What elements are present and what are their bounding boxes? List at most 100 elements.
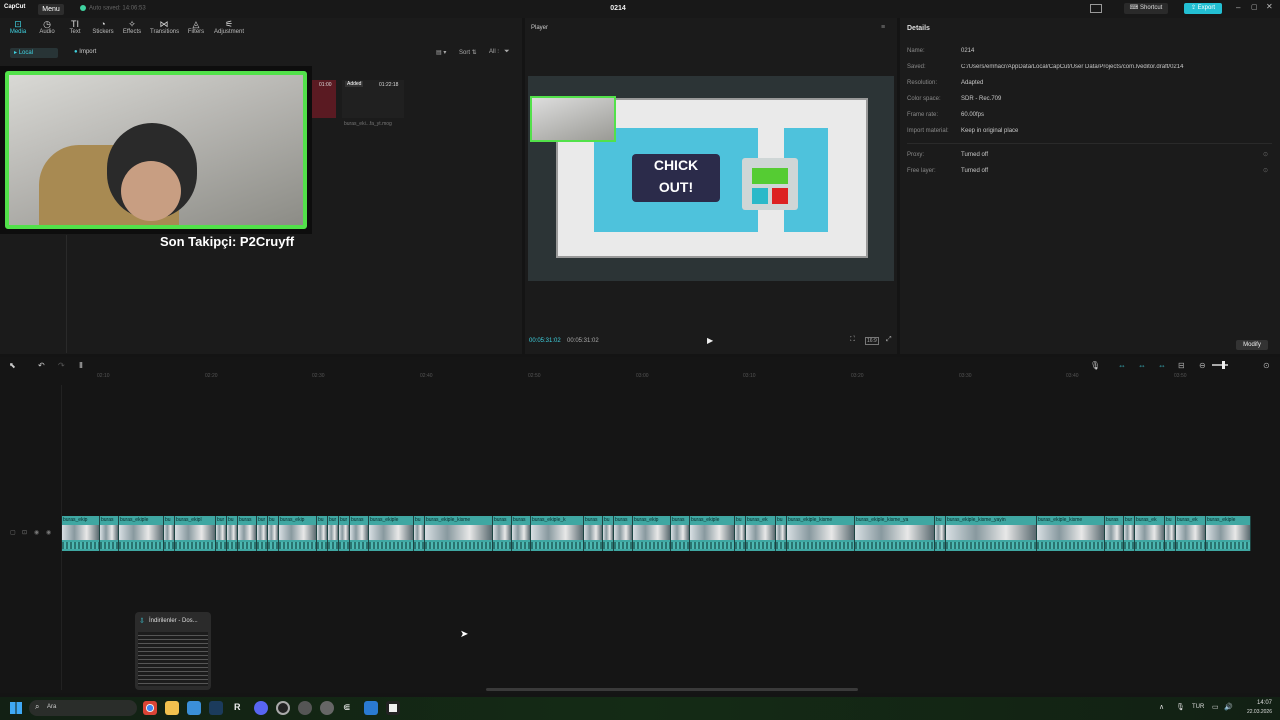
free-layer-info-icon[interactable]: ⊙ — [1263, 167, 1268, 174]
maximize-icon[interactable]: ▢ — [1251, 3, 1258, 11]
timeline-clip[interactable]: buras — [238, 516, 257, 551]
chrome-icon[interactable] — [143, 701, 157, 715]
minimize-icon[interactable]: – — [1236, 3, 1240, 12]
timeline-clip[interactable]: buras — [493, 516, 512, 551]
timeline-clip[interactable]: buras_ekiple_kisme — [1037, 516, 1105, 551]
settings-icon[interactable] — [298, 701, 312, 715]
timeline-clip[interactable]: buras_ekiple_kisme — [787, 516, 855, 551]
undo-icon[interactable]: ↶ — [38, 361, 45, 370]
fit-timeline-icon[interactable]: ⊙ — [1263, 361, 1270, 370]
timeline-clip[interactable]: buras_ek — [746, 516, 776, 551]
timeline-clip[interactable]: bu — [735, 516, 746, 551]
timeline-clip[interactable]: buras_ekiple_kisme_ya — [855, 516, 935, 551]
taskbar-preview[interactable]: ⇩ İndirilenler - Dos... — [135, 612, 211, 690]
timeline-clip[interactable]: buras_ekiple_kisme_yayin — [946, 516, 1037, 551]
tab-audio[interactable]: ◷ Audio — [33, 19, 61, 39]
sort-button[interactable]: Sort ⇅ — [459, 49, 477, 56]
view-toggle-icon[interactable]: ▤ ▾ — [436, 49, 446, 56]
vscode-icon[interactable] — [364, 701, 378, 715]
clock-date[interactable]: 22.03.2026 — [1236, 709, 1272, 715]
timeline-clip[interactable]: buras_ekiple_k — [531, 516, 584, 551]
tab-media[interactable]: ⊡ Media — [4, 19, 32, 39]
ratio-button[interactable]: 16:9 — [865, 337, 879, 345]
play-button[interactable]: ▶ — [707, 336, 713, 345]
capcut-taskbar-icon[interactable]: ⋐ — [343, 702, 351, 713]
shortcut-button[interactable]: ⌨ Shortcut — [1124, 3, 1168, 14]
gear-icon[interactable] — [320, 701, 334, 715]
magnet-icon[interactable]: ⇔ — [1138, 361, 1146, 370]
timeline-clip[interactable]: bu — [317, 516, 328, 551]
funnel-icon[interactable]: ⏷ — [504, 48, 510, 56]
capcut-active-icon[interactable] — [386, 701, 400, 715]
tab-adjustment[interactable]: ⚟ Adjustment — [212, 19, 246, 39]
fit-screen-icon[interactable]: ⛶ — [850, 336, 855, 344]
zoom-out-icon[interactable]: ⊖ — [1199, 361, 1206, 370]
zoom-slider-thumb[interactable] — [1222, 361, 1225, 369]
timeline-clip[interactable]: buras — [350, 516, 369, 551]
timeline-clip[interactable]: bur — [1124, 516, 1135, 551]
timeline-clip[interactable]: buras_ekiple — [119, 516, 164, 551]
store-icon[interactable] — [187, 701, 201, 715]
track-hide-icon[interactable]: ◉ — [34, 529, 39, 536]
menu-button[interactable]: Menu — [38, 4, 64, 15]
microphone-icon[interactable]: 🎙 — [1090, 361, 1100, 370]
timeline-clip[interactable]: bur — [339, 516, 350, 551]
track-mute-icon[interactable]: ◉ — [46, 529, 51, 536]
close-icon[interactable]: ✕ — [1266, 2, 1273, 11]
timeline-clip[interactable]: bu — [935, 516, 946, 551]
track-cover-icon[interactable]: ▢ — [10, 529, 16, 536]
timeline-clip[interactable]: buras_ekiple — [1206, 516, 1251, 551]
timeline-clip[interactable]: bu — [603, 516, 614, 551]
timeline-clip[interactable]: buras_ekiple — [690, 516, 735, 551]
timeline-clip[interactable]: bu — [776, 516, 787, 551]
tray-chevron-icon[interactable]: ∧ — [1159, 703, 1164, 711]
search-input[interactable]: Ara — [47, 704, 56, 710]
timeline-clip[interactable]: bu — [268, 516, 279, 551]
obs-icon[interactable] — [276, 701, 290, 715]
timeline-clip[interactable]: bur — [216, 516, 227, 551]
tab-effects[interactable]: ✧ Effects — [118, 19, 146, 39]
filter-all-button[interactable]: All ⫶ — [489, 49, 499, 56]
preview-axis-icon[interactable]: ⊟ — [1178, 361, 1185, 370]
timeline-clip[interactable]: bu — [227, 516, 238, 551]
import-button[interactable]: ● Import — [74, 49, 96, 55]
tab-transitions[interactable]: ⋈ Transitions — [150, 19, 179, 39]
volume-icon[interactable]: 🔊 — [1224, 703, 1233, 711]
microphone-tray-icon[interactable]: 🎙 — [1176, 703, 1185, 711]
fullscreen-icon[interactable]: ⤢ — [886, 336, 892, 344]
layout-icon[interactable] — [1090, 4, 1102, 13]
timeline-clip[interactable]: bu — [414, 516, 425, 551]
split-icon[interactable]: Ⅱ — [79, 361, 83, 370]
taskbar-search[interactable]: ⌕ Ara — [29, 700, 137, 716]
sidebar-item-local[interactable]: ▸ Local — [10, 48, 58, 58]
discord-icon[interactable] — [254, 701, 268, 715]
file-explorer-icon[interactable] — [165, 701, 179, 715]
network-icon[interactable]: ▭ — [1212, 703, 1219, 711]
timeline-clip[interactable]: buras_ekiple — [369, 516, 414, 551]
tab-text[interactable]: TI Text — [61, 19, 89, 39]
select-tool-icon[interactable]: ⬉ — [9, 361, 16, 370]
timeline-clip[interactable]: buras — [1105, 516, 1124, 551]
timeline-clip[interactable]: buras — [512, 516, 531, 551]
timeline-clip[interactable]: bur — [257, 516, 268, 551]
timeline-clip[interactable]: buras — [671, 516, 690, 551]
timeline-clip[interactable]: bu — [164, 516, 175, 551]
timeline-clip[interactable]: buras_ekiple_kisme — [425, 516, 493, 551]
tab-filters[interactable]: ◬ Filters — [182, 19, 210, 39]
timeline-clip[interactable]: buras_ekip — [62, 516, 100, 551]
modify-button[interactable]: Modify — [1236, 340, 1268, 350]
link-main-track-icon[interactable]: ⇔ — [1118, 361, 1126, 370]
windows-start-icon[interactable] — [10, 702, 22, 714]
zoom-slider[interactable] — [1212, 364, 1228, 366]
clock-time[interactable]: 14:07 — [1242, 700, 1272, 706]
rockstar-icon[interactable]: R — [234, 702, 241, 712]
player-menu-icon[interactable]: ≡ — [881, 24, 885, 31]
timeline-clip[interactable]: buras — [614, 516, 633, 551]
timeline-clip[interactable]: buras_ek — [1135, 516, 1165, 551]
export-button[interactable]: ⇪ Export — [1184, 3, 1222, 14]
timeline-clip[interactable]: bur — [328, 516, 339, 551]
timeline-clip[interactable]: buras — [100, 516, 119, 551]
language-indicator[interactable]: TUR — [1192, 704, 1204, 710]
track-lock-icon[interactable]: ⊡ — [22, 529, 27, 536]
timeline-clip[interactable]: buras_ek — [1176, 516, 1206, 551]
